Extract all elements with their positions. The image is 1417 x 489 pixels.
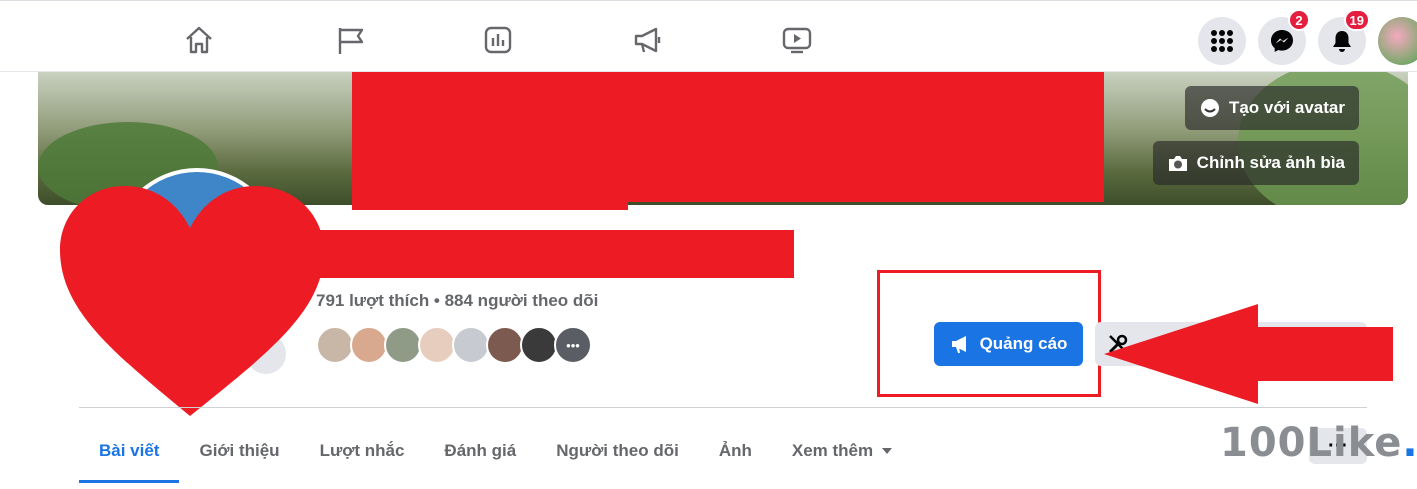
heart-redaction [60, 186, 324, 416]
redaction-block [352, 200, 628, 210]
tab-photos[interactable]: Ảnh [699, 418, 772, 483]
tab-label: Giới thiệu [199, 440, 280, 460]
grid-menu-icon[interactable] [1198, 17, 1246, 65]
watermark-text: 100Like [1220, 420, 1403, 466]
megaphone-icon[interactable] [631, 23, 665, 57]
tab-mentions[interactable]: Lượt nhắc [300, 418, 425, 483]
profile-card: Tạo với avatar Chỉnh sửa ảnh bìa 791 lượ… [0, 72, 1417, 489]
create-with-avatar-label: Tạo với avatar [1228, 98, 1345, 117]
top-navigation-bar: 2 19 [0, 0, 1417, 72]
follower-avatar[interactable] [316, 326, 354, 364]
tab-label: Bài viết [99, 440, 160, 460]
tab-label: Lượt nhắc [319, 440, 405, 460]
messenger-button[interactable]: 2 [1258, 9, 1310, 65]
tabs-divider [79, 407, 1367, 408]
follower-avatar[interactable] [350, 326, 388, 364]
create-with-avatar-button[interactable]: Tạo với avatar [1184, 86, 1359, 130]
avatar-sticker-icon [1200, 99, 1219, 117]
tab-label: Xem thêm [791, 440, 874, 460]
megaphone-icon [951, 336, 966, 353]
notifications-badge: 19 [1343, 9, 1370, 31]
watermark: 100Like. [1220, 420, 1417, 466]
advertise-button[interactable]: Quảng cáo [934, 322, 1083, 366]
tab-label: Người theo dõi [556, 440, 679, 460]
edit-cover-button[interactable]: Chỉnh sửa ảnh bìa [1152, 141, 1359, 185]
edit-cover-label: Chỉnh sửa ảnh bìa [1196, 153, 1345, 172]
camera-icon [1168, 156, 1187, 171]
notifications-button[interactable]: 19 [1318, 9, 1370, 65]
advertise-label: Quảng cáo [979, 334, 1068, 353]
follower-avatar[interactable] [452, 326, 490, 364]
follower-avatar[interactable] [486, 326, 524, 364]
bell-icon [1333, 31, 1351, 52]
redaction-bar [300, 230, 794, 278]
redaction-block [352, 72, 1104, 202]
caret-down-icon [882, 447, 893, 454]
follower-avatar[interactable] [384, 326, 422, 364]
more-followers[interactable]: ••• [554, 326, 592, 364]
page-stats[interactable]: 791 lượt thích • 884 người theo dõi [316, 291, 598, 311]
messenger-badge: 2 [1288, 9, 1310, 31]
tab-reviews[interactable]: Đánh giá [424, 418, 536, 483]
video-icon[interactable] [780, 23, 814, 57]
follower-avatar[interactable] [418, 326, 456, 364]
home-icon[interactable] [182, 23, 216, 57]
annotation-arrow [1104, 304, 1393, 404]
tab-label: Đánh giá [444, 440, 517, 460]
tab-label: Ảnh [718, 440, 752, 460]
flag-icon[interactable] [333, 23, 367, 57]
watermark-dot: . [1402, 420, 1417, 466]
tab-followers[interactable]: Người theo dõi [536, 418, 699, 483]
tab-more[interactable]: Xem thêm [772, 418, 913, 483]
tab-posts[interactable]: Bài viết [79, 418, 180, 483]
tab-about[interactable]: Giới thiệu [179, 418, 299, 483]
follower-avatars: ••• [316, 326, 592, 364]
account-avatar[interactable] [1378, 17, 1417, 65]
profile-tabs: Bài viết Giới thiệu Lượt nhắc Đánh giá N… [79, 418, 913, 483]
messenger-icon [1271, 30, 1293, 52]
chart-icon[interactable] [481, 23, 515, 57]
follower-avatar[interactable] [520, 326, 558, 364]
